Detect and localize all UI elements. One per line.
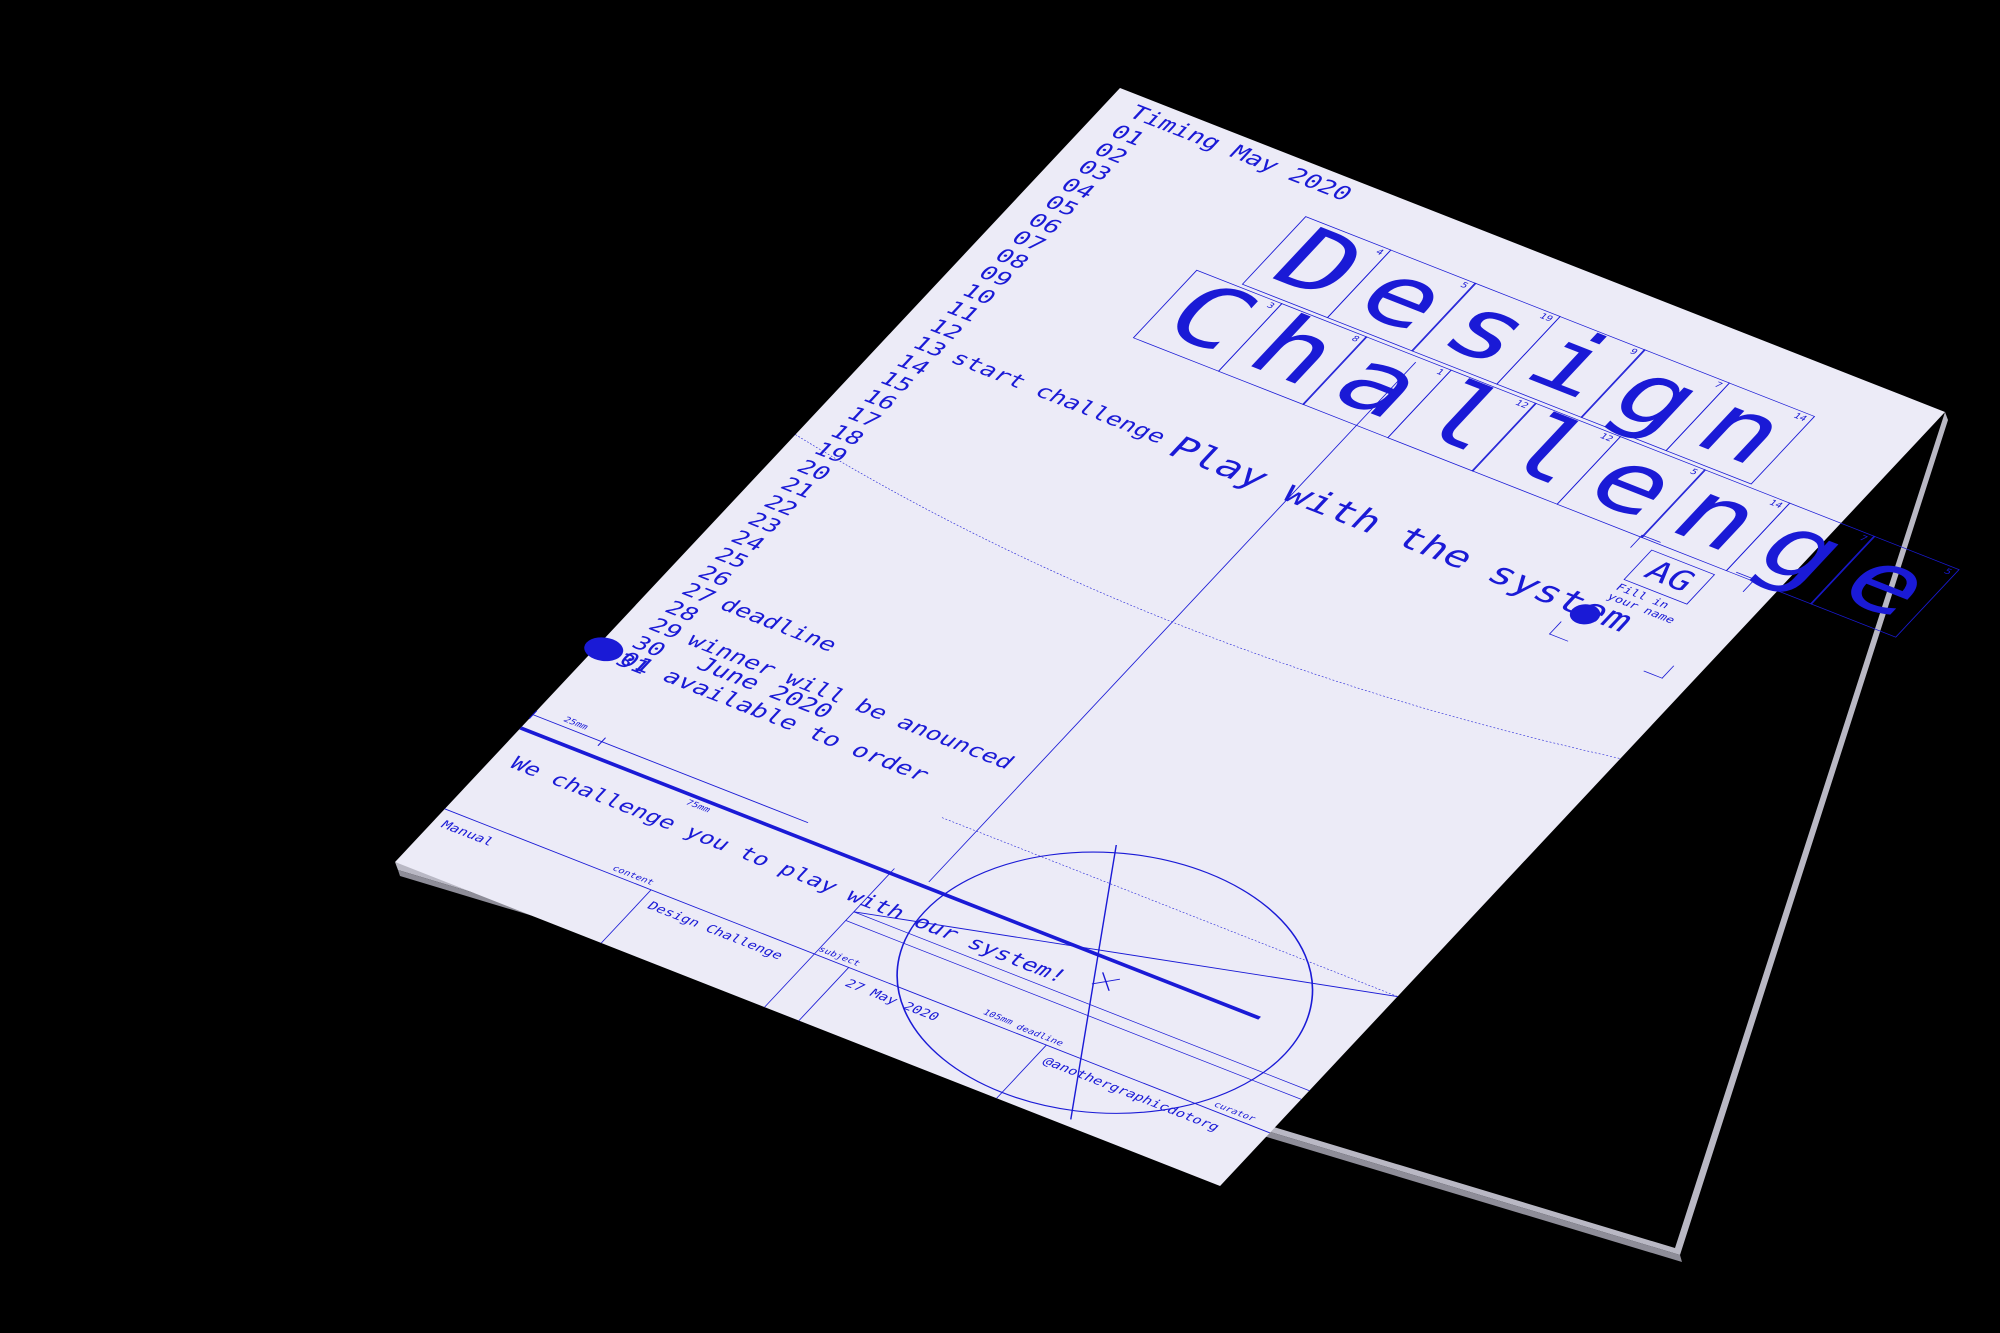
scene: Timing May 2020 01 02 03 04 05 06 07 08 09 10 11 12…: [0, 0, 2000, 1333]
